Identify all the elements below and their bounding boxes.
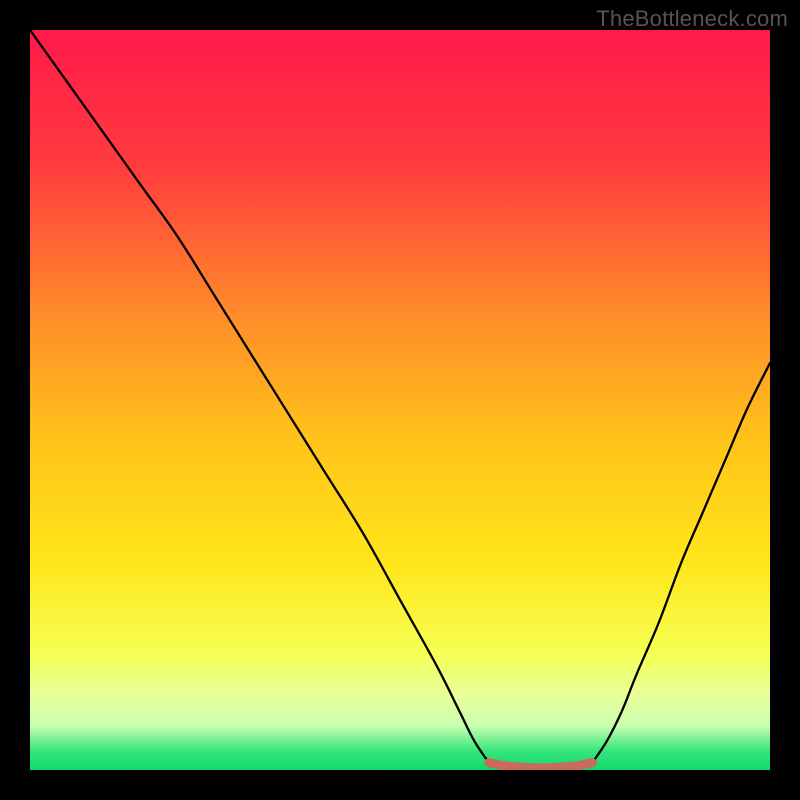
curve-flat-segment [489, 763, 593, 768]
bottleneck-chart [30, 30, 770, 770]
chart-frame: TheBottleneck.com [0, 0, 800, 800]
watermark-text: TheBottleneck.com [596, 6, 788, 32]
gradient-background [30, 30, 770, 770]
